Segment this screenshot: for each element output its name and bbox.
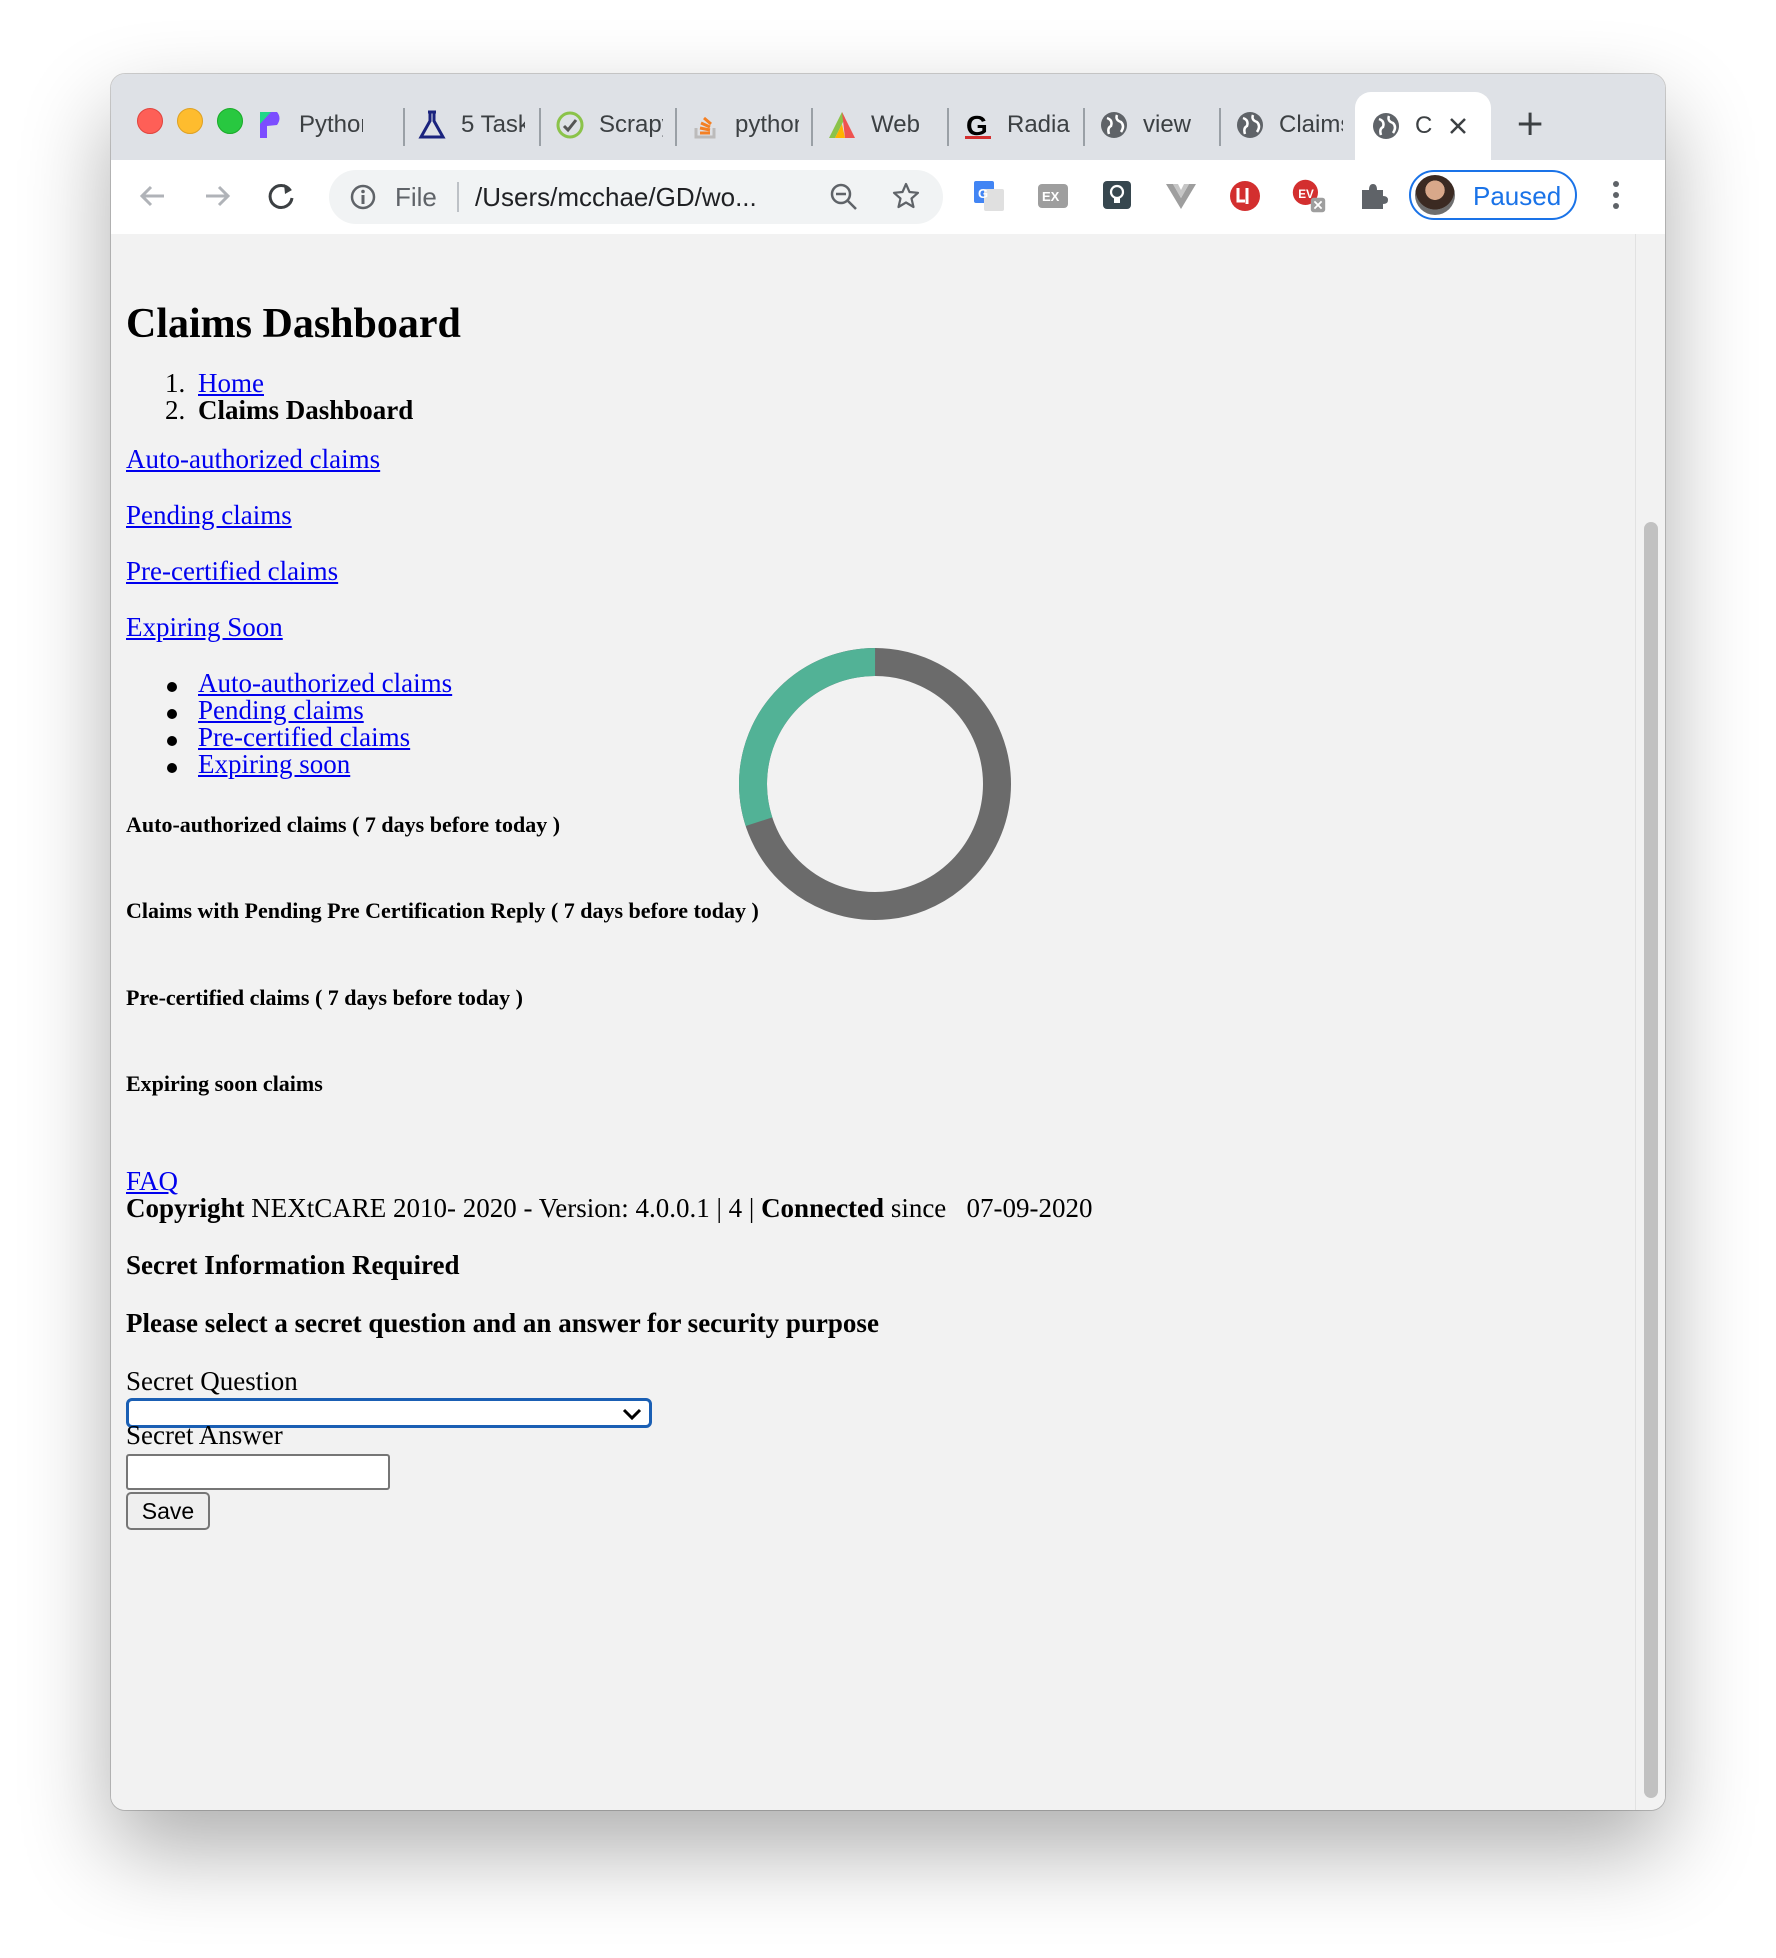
tab-strip: Python 5 Tasks Scrapy python <box>111 74 1665 160</box>
tab-title: python <box>735 111 799 138</box>
browser-window: Python 5 Tasks Scrapy python <box>111 74 1665 1810</box>
check-circle-icon <box>555 110 585 140</box>
info-icon[interactable] <box>349 183 377 216</box>
list-bullet <box>167 682 177 692</box>
close-window-button[interactable] <box>137 108 163 134</box>
section-auto-authorized-heading: Auto-authorized claims ( 7 days before t… <box>126 812 561 837</box>
tab-view[interactable]: view <box>1099 100 1207 150</box>
globe-icon <box>1235 110 1265 140</box>
tab-title: Radial <box>1007 111 1071 138</box>
tab-title: Python <box>299 111 363 138</box>
address-bar[interactable]: File /Users/mcchae/GD/wo... <box>329 170 943 224</box>
zoom-icon[interactable] <box>829 182 859 217</box>
vue-devtools-icon[interactable] <box>1163 178 1199 214</box>
copyright-label: Copyright <box>126 1193 245 1223</box>
connected-label: Connected <box>761 1193 885 1223</box>
save-button[interactable]: Save <box>126 1492 210 1530</box>
list-item-expiring-link[interactable]: Expiring soon <box>198 749 350 780</box>
secret-info-subheading: Please select a secret question and an a… <box>126 1308 879 1338</box>
avatar <box>1415 175 1455 215</box>
section-pre-certified-heading: Pre-certified claims ( 7 days before tod… <box>126 985 523 1010</box>
bookmark-star-icon[interactable] <box>891 181 921 216</box>
pre-certified-claims-link[interactable]: Pre-certified claims <box>126 556 338 587</box>
tab-python-so[interactable]: python <box>691 100 799 150</box>
tab-title: 5 Tasks <box>461 111 525 138</box>
url-text[interactable]: /Users/mcchae/GD/wo... <box>475 182 815 213</box>
ex-extension-icon[interactable]: EX <box>1035 178 1071 214</box>
google-translate-extension-icon[interactable]: G <box>971 178 1007 214</box>
reload-button[interactable] <box>261 176 301 216</box>
tab-radial[interactable]: G Radial <box>963 100 1071 150</box>
breadcrumb-number: 2. <box>165 395 186 425</box>
maximize-window-button[interactable] <box>217 108 243 134</box>
secret-question-label: Secret Question <box>126 1366 298 1396</box>
tab-title: Web <box>871 111 920 138</box>
triangle-logo-icon <box>827 110 857 140</box>
stackoverflow-icon <box>691 110 721 140</box>
extensions-puzzle-icon[interactable] <box>1355 178 1391 214</box>
chevron-down-icon <box>621 1403 643 1430</box>
pycharm-icon <box>255 110 285 140</box>
browser-toolbar: File /Users/mcchae/GD/wo... G EX EV Paus… <box>111 160 1665 235</box>
tab-separator <box>675 108 677 146</box>
tab-separator <box>811 108 813 146</box>
tab-separator <box>947 108 949 146</box>
connected-text: since 07-09-2020 <box>884 1193 1093 1223</box>
list-bullet <box>167 763 177 773</box>
svg-text:G: G <box>978 186 988 201</box>
profile-status-label: Paused <box>1473 181 1562 211</box>
auto-authorized-claims-link[interactable]: Auto-authorized claims <box>126 444 380 475</box>
tab-5-tasks[interactable]: 5 Tasks <box>417 100 525 150</box>
secret-answer-label: Secret Answer <box>126 1420 283 1450</box>
url-scheme-label: File <box>395 182 437 212</box>
footer-copyright: Copyright NEXtCARE 2010- 2020 - Version:… <box>126 1193 1093 1224</box>
forward-button[interactable] <box>197 176 237 216</box>
tab-title: view <box>1143 111 1192 138</box>
omnibox-divider <box>457 182 459 212</box>
tab-active[interactable]: C <box>1355 92 1491 160</box>
tab-separator <box>1083 108 1085 146</box>
vertical-scrollbar[interactable] <box>1635 234 1665 1810</box>
list-bullet <box>167 709 177 719</box>
svg-text:G: G <box>966 110 988 140</box>
tab-claims[interactable]: Claims <box>1235 100 1343 150</box>
g-logo-icon: G <box>963 110 993 140</box>
globe-icon <box>1371 111 1401 141</box>
minimize-window-button[interactable] <box>177 108 203 134</box>
flask-icon <box>417 110 447 140</box>
expiring-soon-link[interactable]: Expiring Soon <box>126 612 283 643</box>
svg-text:EX: EX <box>1042 189 1060 204</box>
tab-scrapy[interactable]: Scrapy <box>555 100 663 150</box>
page-content: Claims Dashboard 1. Home 2. Claims Dashb… <box>111 234 1635 1810</box>
disabled-extension-icon[interactable]: EV <box>1291 178 1327 214</box>
scrollbar-thumb[interactable] <box>1644 522 1658 1798</box>
lightbulb-extension-icon[interactable] <box>1099 178 1135 214</box>
back-button[interactable] <box>133 176 173 216</box>
secret-answer-input[interactable] <box>126 1454 390 1490</box>
page-title: Claims Dashboard <box>126 301 461 347</box>
globe-icon <box>1099 110 1129 140</box>
profile-button[interactable]: Paused <box>1409 170 1577 220</box>
tab-title: Scrapy <box>599 111 663 138</box>
tab-python[interactable]: Python <box>255 100 363 150</box>
section-pending-heading: Claims with Pending Pre Certification Re… <box>126 898 759 923</box>
donut-filled-arc <box>739 648 1011 920</box>
tab-title: C <box>1415 112 1433 139</box>
tab-separator <box>1219 108 1221 146</box>
tab-separator <box>539 108 541 146</box>
tab-web[interactable]: Web <box>827 100 935 150</box>
copyright-text: NEXtCARE 2010- 2020 - Version: 4.0.0.1 |… <box>244 1193 762 1223</box>
breadcrumb-current: Claims Dashboard <box>198 395 414 425</box>
new-tab-button[interactable]: + <box>1515 106 1545 142</box>
tab-title: Claims <box>1279 111 1343 138</box>
red-extension-icon[interactable] <box>1227 178 1263 214</box>
pending-claims-link[interactable]: Pending claims <box>126 500 292 531</box>
claims-donut-chart <box>739 648 1011 920</box>
list-bullet <box>167 736 177 746</box>
secret-info-heading: Secret Information Required <box>126 1250 460 1280</box>
tab-separator <box>403 108 405 146</box>
section-expiring-heading: Expiring soon claims <box>126 1071 323 1096</box>
close-tab-icon[interactable] <box>1447 115 1469 137</box>
more-menu-icon[interactable] <box>1611 178 1621 217</box>
